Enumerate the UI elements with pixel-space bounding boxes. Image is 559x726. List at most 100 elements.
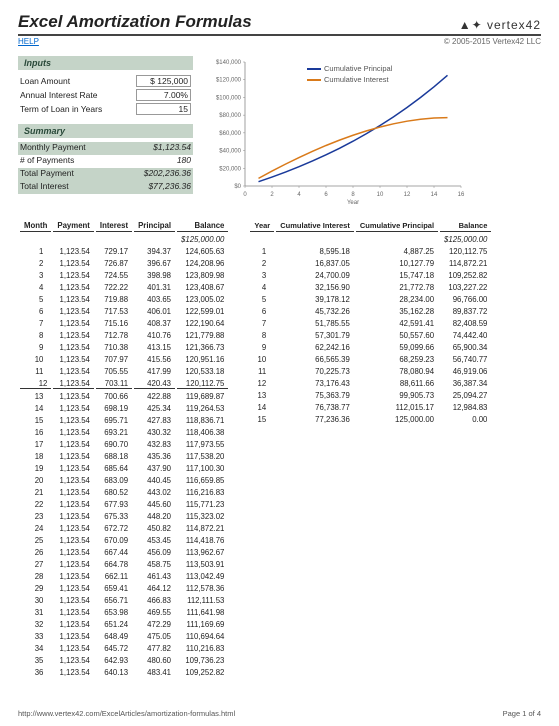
col-header: Balance	[440, 220, 491, 232]
table-row: 61,123.54717.53406.01122,599.01	[20, 306, 228, 316]
footer-page: Page 1 of 4	[503, 709, 541, 718]
payment-count-value: 180	[177, 155, 191, 168]
table-row: 341,123.54645.72477.82110,216.83	[20, 643, 228, 653]
table-row: 271,123.54664.78458.75113,503.91	[20, 559, 228, 569]
table-row: 321,123.54651.24472.29111,169.69	[20, 619, 228, 629]
table-row: 751,785.5542,591.4182,408.59	[250, 318, 491, 328]
table-row: 261,123.54667.44456.09113,962.67	[20, 547, 228, 557]
copyright: © 2005-2015 Vertex42 LLC	[444, 37, 541, 46]
table-row: 331,123.54648.49475.05110,694.64	[20, 631, 228, 641]
table-row: 645,732.2635,162.2889,837.72	[250, 306, 491, 316]
term-input[interactable]: 15	[136, 103, 191, 115]
col-header: Balance	[177, 220, 228, 232]
table-row: 1273,176.4388,611.6636,387.34	[250, 378, 491, 388]
header: Excel Amortization Formulas ▲✦ vertex42	[18, 12, 541, 36]
svg-text:10: 10	[377, 192, 384, 198]
col-header: Cumulative Interest	[276, 220, 354, 232]
loan-amount-label: Loan Amount	[20, 76, 70, 86]
total-interest-value: $77,236.36	[148, 181, 191, 194]
help-link[interactable]: HELP	[18, 37, 39, 46]
table-row: 51,123.54719.88403.65123,005.02	[20, 294, 228, 304]
table-row: 311,123.54653.98469.55111,641.98	[20, 607, 228, 617]
table-row: 201,123.54683.09440.45116,659.85	[20, 475, 228, 485]
table-row: 211,123.54680.52443.02116,216.83	[20, 487, 228, 497]
payment-count-label: # of Payments	[20, 155, 74, 168]
chart-legend: Cumulative Principal Cumulative Interest	[307, 64, 392, 86]
table-row: 71,123.54715.16408.37122,190.64	[20, 318, 228, 328]
monthly-payment-label: Monthly Payment	[20, 142, 86, 155]
svg-text:0: 0	[243, 192, 247, 198]
svg-text:$100,000: $100,000	[216, 95, 242, 101]
col-header: Interest	[96, 220, 132, 232]
svg-text:Year: Year	[347, 200, 359, 206]
table-row: 432,156.9021,772.78103,227.22	[250, 282, 491, 292]
table-row: 121,123.54703.11420.43120,112.75	[20, 378, 228, 389]
table-row: 1375,363.7999,905.7325,094.27	[250, 390, 491, 400]
rate-label: Annual Interest Rate	[20, 90, 98, 100]
col-header: Month	[20, 220, 51, 232]
table-row: 41,123.54722.22401.31123,408.67	[20, 282, 228, 292]
table-row: 857,301.7950,557.6074,442.40	[250, 330, 491, 340]
col-header: Payment	[53, 220, 94, 232]
table-row: 1476,738.77112,015.1712,984.83	[250, 402, 491, 412]
col-header: Cumulative Principal	[356, 220, 438, 232]
total-interest-label: Total Interest	[20, 181, 69, 194]
svg-text:4: 4	[297, 192, 301, 198]
total-payment-value: $202,236.36	[144, 168, 191, 181]
svg-text:$60,000: $60,000	[219, 131, 241, 137]
total-payment-label: Total Payment	[20, 168, 74, 181]
page-title: Excel Amortization Formulas	[18, 12, 252, 32]
rate-input[interactable]: 7.00%	[136, 89, 191, 101]
svg-text:$20,000: $20,000	[219, 166, 241, 172]
table-row: 141,123.54698.19425.34119,264.53	[20, 403, 228, 413]
table-row: 1577,236.36125,000.000.00	[250, 414, 491, 424]
svg-text:$140,000: $140,000	[216, 60, 242, 66]
chart: $0 $20,000 $40,000 $60,000 $80,000 $100,000 $1…	[207, 56, 467, 206]
table-row: 21,123.54726.87396.67124,208.96	[20, 258, 228, 268]
svg-text:12: 12	[404, 192, 411, 198]
table-row: 351,123.54642.93480.60109,736.23	[20, 655, 228, 665]
legend-interest: Cumulative Interest	[324, 75, 389, 84]
svg-text:2: 2	[270, 192, 274, 198]
table-row: 301,123.54656.71466.83112,111.53	[20, 595, 228, 605]
table-row: 281,123.54662.11461.43113,042.49	[20, 571, 228, 581]
inputs-heading: Inputs	[18, 56, 193, 70]
col-header: Principal	[134, 220, 175, 232]
svg-text:$80,000: $80,000	[219, 113, 241, 119]
start-balance: $125,000.00	[440, 234, 491, 244]
summary-heading: Summary	[18, 124, 193, 138]
monthly-table: MonthPaymentInterestPrincipalBalance $125…	[18, 218, 230, 679]
logo: ▲✦ vertex42	[459, 18, 541, 32]
svg-text:6: 6	[324, 192, 328, 198]
table-row: 962,242.1659,099.6665,900.34	[250, 342, 491, 352]
table-row: 324,700.0915,747.18109,252.82	[250, 270, 491, 280]
table-row: 31,123.54724.55398.98123,809.98	[20, 270, 228, 280]
svg-text:$40,000: $40,000	[219, 149, 241, 155]
table-row: 171,123.54690.70432.83117,973.55	[20, 439, 228, 449]
footer-url: http://www.vertex42.com/ExcelArticles/am…	[18, 709, 235, 718]
loan-amount-input[interactable]: $ 125,000	[136, 75, 191, 87]
table-row: 161,123.54693.21430.32118,406.38	[20, 427, 228, 437]
table-row: 101,123.54707.97415.56120,951.16	[20, 354, 228, 364]
table-row: 191,123.54685.64437.90117,100.30	[20, 463, 228, 473]
col-header: Year	[250, 220, 274, 232]
monthly-payment-value: $1,123.54	[153, 142, 191, 155]
table-row: 291,123.54659.41464.12112,578.36	[20, 583, 228, 593]
table-row: 91,123.54710.38413.15121,366.73	[20, 342, 228, 352]
table-row: 1066,565.3968,259.2356,740.77	[250, 354, 491, 364]
table-row: 181,123.54688.18435.36117,538.20	[20, 451, 228, 461]
table-row: 231,123.54675.33448.20115,323.02	[20, 511, 228, 521]
svg-text:14: 14	[431, 192, 438, 198]
table-row: 216,837.0510,127.79114,872.21	[250, 258, 491, 268]
term-label: Term of Loan in Years	[20, 104, 102, 114]
table-row: 18,595.184,887.25120,112.75	[250, 246, 491, 256]
table-row: 151,123.54695.71427.83118,836.71	[20, 415, 228, 425]
svg-text:$0: $0	[234, 184, 241, 190]
start-balance: $125,000.00	[177, 234, 228, 244]
table-row: 361,123.54640.13483.41109,252.82	[20, 667, 228, 677]
table-row: 81,123.54712.78410.76121,779.88	[20, 330, 228, 340]
footer: http://www.vertex42.com/ExcelArticles/am…	[18, 709, 541, 718]
table-row: 111,123.54705.55417.99120,533.18	[20, 366, 228, 376]
svg-text:16: 16	[458, 192, 465, 198]
yearly-table: YearCumulative InterestCumulative Princi…	[248, 218, 493, 426]
